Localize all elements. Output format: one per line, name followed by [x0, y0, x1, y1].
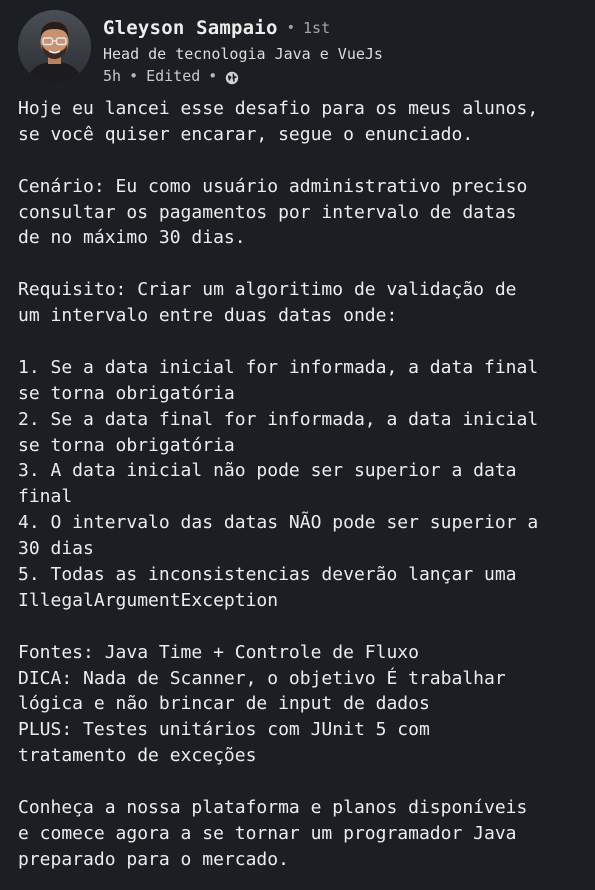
post-text-line: 4. O intervalo das datas NÃO pode ser su… [18, 512, 539, 534]
post-text-line: 3. A data inicial não pode ser superior … [18, 460, 517, 482]
meta-separator: • [208, 67, 218, 85]
post-text-line: se torna obrigatória [18, 382, 235, 404]
post-text-line: IllegalArgumentException [18, 589, 279, 611]
author-headline: Head de tecnologia Java e VueJs [103, 45, 383, 63]
post-text-line: Cenário: Eu como usuário administrativo … [18, 175, 528, 197]
post-text-line: 1. Se a data inicial for informada, a da… [18, 356, 539, 378]
connection-degree: 1st [303, 19, 331, 37]
degree-separator: • [286, 20, 296, 36]
author-avatar[interactable] [18, 10, 91, 83]
author-name[interactable]: Gleyson Sampaio [103, 17, 278, 39]
post-body: Hoje eu lancei esse desafio para os meus… [18, 96, 588, 873]
post-text-line: se você quiser encarar, segue o enunciad… [18, 123, 474, 145]
post-header: Gleyson Sampaio • 1st Head de tecnologia… [18, 8, 585, 88]
post-meta: 5h • Edited • [103, 65, 383, 87]
post-text-line: 30 dias [18, 538, 94, 560]
linkedin-post: Gleyson Sampaio • 1st Head de tecnologia… [0, 0, 595, 890]
post-text-line: consultar os pagamentos por intervalo de… [18, 201, 517, 223]
post-text-line: de no máximo 30 dias. [18, 227, 246, 249]
post-text-line: final [18, 486, 73, 508]
post-text-line: se torna obrigatória [18, 434, 235, 456]
post-text-line: e comece agora a se tornar um programado… [18, 822, 517, 844]
post-time: 5h [103, 67, 122, 85]
post-text-line: Requisito: Criar um algoritimo de valida… [18, 279, 517, 301]
edited-label: Edited [146, 67, 201, 85]
post-text-line: 2. Se a data final for informada, a data… [18, 408, 539, 430]
post-text-line: Fontes: Java Time + Controle de Fluxo [18, 641, 419, 663]
author-info: Gleyson Sampaio • 1st Head de tecnologia… [103, 13, 383, 87]
post-text-line: DICA: Nada de Scanner, o objetivo É trab… [18, 667, 506, 689]
post-text-line: 5. Todas as inconsistencias deverão lanç… [18, 564, 517, 586]
author-name-line: Gleyson Sampaio • 1st [103, 13, 383, 43]
post-text-line: um intervalo entre duas datas onde: [18, 305, 398, 327]
avatar-photo [18, 10, 91, 83]
globe-icon [225, 69, 239, 85]
post-text-line: Hoje eu lancei esse desafio para os meus… [18, 98, 539, 119]
post-text-line: lógica e não brincar de input de dados [18, 693, 430, 715]
post-text-line: tratamento de exceções [18, 745, 257, 767]
meta-separator: • [129, 67, 139, 85]
post-text-line: Conheça a nossa plataforma e planos disp… [18, 797, 528, 819]
post-text-line: preparado para o mercado. [18, 848, 289, 870]
post-text-line: PLUS: Testes unitários com JUnit 5 com [18, 719, 430, 741]
